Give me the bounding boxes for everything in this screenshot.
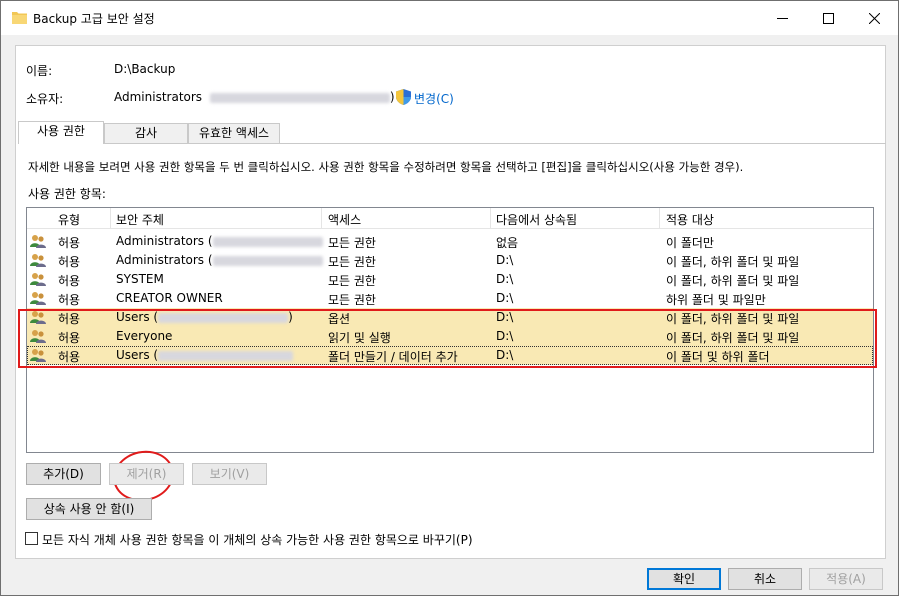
column-separator[interactable] [321,208,322,229]
users-icon [30,235,46,248]
tab-divider [18,143,886,144]
entry-access: 모든 권한 [328,255,376,269]
entry-applies-to: 이 폴더, 하위 폴더 및 파일 [666,274,800,288]
column-header-type[interactable]: 유형 [58,211,80,228]
maximize-button[interactable] [805,1,851,35]
owner-value: Administrators ) [114,90,395,104]
entry-inherited-from: D:\ [496,291,514,305]
instruction-text: 자세한 내용을 보려면 사용 권한 항목을 두 번 클릭하십시오. 사용 권한 … [28,160,744,174]
permission-entry-row[interactable]: 허용 CREATOR OWNER 모든 권한 D:\ 하위 폴더 및 파일만 [27,289,873,308]
entry-inherited-from: D:\ [496,272,514,286]
entry-principal: SYSTEM [116,272,164,286]
replace-child-permissions-checkbox[interactable] [25,532,38,545]
minimize-button[interactable] [759,1,805,35]
advanced-security-settings-window: Backup 고급 보안 설정 이름: D:\Backup 소유자: Admin… [0,0,899,596]
entry-type: 허용 [58,236,81,250]
uac-shield-icon [396,89,411,105]
entry-type: 허용 [58,293,81,307]
tab-permissions[interactable]: 사용 권한 [18,121,104,144]
close-button[interactable] [851,1,897,35]
view-button[interactable]: 보기(V) [192,463,267,485]
highlight-annotation-box [18,309,877,368]
column-header-principal[interactable]: 보안 주체 [116,211,164,228]
window-title: Backup 고급 보안 설정 [33,12,155,26]
principal-name: Administrators ( [116,253,213,267]
users-icon [30,273,46,286]
minimize-icon [776,17,788,19]
entry-applies-to: 하위 폴더 및 파일만 [666,293,766,307]
list-header: 유형 보안 주체 액세스 다음에서 상속됨 적용 대상 [27,208,873,229]
principal-name: Administrators ( [116,234,213,248]
folder-icon [12,12,27,24]
entry-applies-to: 이 폴더만 [666,236,714,250]
redacted-text [212,236,323,247]
name-label: 이름: [26,64,53,78]
permission-entries-label: 사용 권한 항목: [28,187,106,201]
replace-child-permissions-label[interactable]: 모든 자식 개체 사용 권한 항목을 이 개체의 상속 가능한 사용 권한 항목… [42,531,473,548]
entry-principal: CREATOR OWNER [116,291,223,305]
column-separator[interactable] [110,208,111,229]
entry-type: 허용 [58,255,81,269]
tab-auditing[interactable]: 감사 [104,123,188,143]
permission-entry-row[interactable]: 허용 Administrators ( 모든 권한 D:\ 이 폴더, 하위 폴… [27,251,873,270]
redacted-text [212,255,323,266]
add-button[interactable]: 추가(D) [26,463,101,485]
entry-principal: Administrators ( [116,234,323,248]
maximize-icon [822,12,834,24]
entry-access: 모든 권한 [328,236,376,250]
entry-access: 모든 권한 [328,293,376,307]
column-separator[interactable] [659,208,660,229]
ok-button[interactable]: 확인 [647,568,721,590]
redacted-owner-id [209,92,390,103]
users-icon [30,254,46,267]
entry-inherited-from: 없음 [496,236,519,250]
column-separator[interactable] [490,208,491,229]
entry-type: 허용 [58,274,81,288]
apply-button[interactable]: 적용(A) [809,568,883,590]
column-header-inherited-from[interactable]: 다음에서 상속됨 [496,211,577,228]
entry-applies-to: 이 폴더, 하위 폴더 및 파일 [666,255,800,269]
permission-entry-row[interactable]: 허용 SYSTEM 모든 권한 D:\ 이 폴더, 하위 폴더 및 파일 [27,270,873,289]
owner-name: Administrators [114,90,203,104]
owner-label: 소유자: [26,92,64,106]
tab-effective-access[interactable]: 유효한 액세스 [188,123,280,143]
permission-entry-row[interactable]: 허용 Administrators ( 모든 권한 없음 이 폴더만 [27,232,873,251]
users-icon [30,292,46,305]
remove-button[interactable]: 제거(R) [109,463,184,485]
entry-principal: Administrators ( [116,253,323,267]
owner-close-paren: ) [389,90,395,104]
entry-access: 모든 권한 [328,274,376,288]
close-icon [868,12,880,24]
name-value: D:\Backup [114,62,176,76]
disable-inheritance-button[interactable]: 상속 사용 안 함(I) [26,498,152,520]
change-owner-link[interactable]: 변경(C) [414,90,454,107]
column-header-access[interactable]: 액세스 [328,211,361,228]
cancel-button[interactable]: 취소 [728,568,802,590]
column-header-applies-to[interactable]: 적용 대상 [666,211,714,228]
entry-inherited-from: D:\ [496,253,514,267]
title-bar: Backup 고급 보안 설정 [1,1,898,35]
